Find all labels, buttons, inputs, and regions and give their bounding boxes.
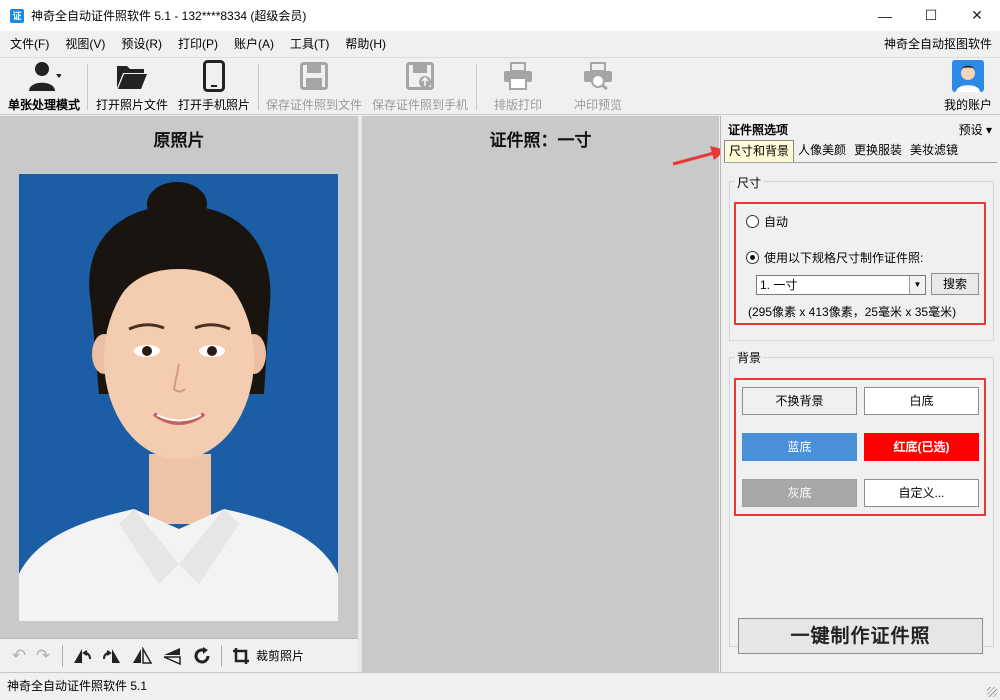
minimize-button[interactable]: — (862, 0, 908, 31)
print-preview-button[interactable]: 冲印预览 (564, 58, 632, 116)
menu-file[interactable]: 文件(F) (0, 31, 57, 57)
app-icon: 证 (10, 8, 24, 23)
size-group-label: 尺寸 (735, 174, 764, 191)
custom-background-button[interactable]: 自定义... (864, 479, 979, 507)
options-tabs: 尺寸和背景 人像美颜 更换服装 美妆滤镜 (724, 140, 962, 162)
radio-spec-size[interactable]: 使用以下规格尺寸制作证件照: (746, 249, 923, 266)
layout-print-label: 排版打印 (493, 98, 542, 112)
save-to-phone-label: 保存证件照到手机 (371, 98, 468, 112)
toolbar: 单张处理模式 打开照片文件 打开手机照片 保存证件照到文件 保存证件照到手机 排… (0, 57, 1000, 115)
preset-dropdown[interactable]: 预设 ▾ (959, 121, 992, 138)
account-avatar-icon (952, 58, 984, 94)
folder-icon (116, 58, 148, 94)
maximize-button[interactable]: ☐ (908, 0, 954, 31)
tab-change-clothes[interactable]: 更换服装 (850, 140, 906, 162)
keep-background-button[interactable]: 不换背景 (742, 387, 857, 415)
menu-help[interactable]: 帮助(H) (337, 31, 394, 57)
crop-photo-button[interactable]: 裁剪照片 (256, 647, 304, 664)
size-info: (295像素 x 413像素，25毫米 x 35毫米) (748, 305, 957, 319)
cutout-software-link[interactable]: 神奇全自动抠图软件 (884, 31, 992, 57)
tab-size-background[interactable]: 尺寸和背景 (724, 140, 795, 162)
tab-makeup-filter[interactable]: 美妆滤镜 (906, 140, 962, 162)
id-photo-title: 证件照：一寸 (489, 131, 592, 151)
open-photo-button[interactable]: 打开照片文件 (94, 58, 170, 116)
open-phone-button[interactable]: 打开手机照片 (176, 58, 252, 116)
white-background-button[interactable]: 白底 (864, 387, 979, 415)
search-button[interactable]: 搜索 (931, 273, 979, 295)
window-title: 神奇全自动证件照软件 5.1 - 132****8334 (超级会员) (31, 9, 307, 23)
size-select[interactable]: 1. 一寸 ▼ (756, 275, 926, 295)
menu-tools[interactable]: 工具(T) (282, 31, 337, 57)
flip-vertical-icon[interactable] (161, 645, 183, 667)
printer-icon (503, 58, 533, 94)
menu-preset[interactable]: 预设(R) (113, 31, 170, 57)
gray-background-button[interactable]: 灰底 (742, 479, 857, 507)
my-account-label: 我的账户 (943, 98, 992, 112)
single-mode-button[interactable]: 单张处理模式 (6, 58, 82, 116)
status-text: 神奇全自动证件照软件 5.1 (7, 679, 148, 693)
single-mode-label: 单张处理模式 (7, 98, 80, 112)
red-background-button[interactable]: 红底(已选) (864, 433, 979, 461)
window-controls: — ☐ ✕ (862, 0, 1000, 31)
photo-toolbar-separator (221, 644, 222, 667)
open-photo-label: 打开照片文件 (95, 98, 168, 112)
save-to-phone-icon (406, 58, 434, 94)
menu-print[interactable]: 打印(P) (170, 31, 226, 57)
save-icon (300, 58, 328, 94)
layout-print-button[interactable]: 排版打印 (484, 58, 552, 116)
my-account-button[interactable]: 我的账户 (940, 58, 996, 116)
open-phone-label: 打开手机照片 (177, 98, 250, 112)
chevron-down-icon[interactable]: ▼ (909, 276, 925, 294)
menu-account[interactable]: 账户(A) (226, 31, 282, 57)
print-preview-label: 冲印预览 (573, 98, 622, 112)
original-photo-panel: 原照片 ↶ ↷ 裁剪照片 (0, 116, 358, 672)
user-icon (27, 58, 61, 94)
redo-icon[interactable]: ↷ (32, 645, 54, 667)
size-settings: 自动 使用以下规格尺寸制作证件照: 1. 一寸 ▼ 搜索 (295像素 x 41… (734, 202, 986, 325)
title-bar: 证 神奇全自动证件照软件 5.1 - 132****8334 (超级会员) — … (0, 0, 1000, 31)
save-to-phone-button[interactable]: 保存证件照到手机 (369, 58, 471, 116)
tabs-divider (724, 162, 997, 163)
radio-auto-indicator (746, 215, 759, 228)
blue-background-button[interactable]: 蓝底 (742, 433, 857, 461)
status-bar: 神奇全自动证件照软件 5.1 (0, 672, 1000, 700)
undo-icon[interactable]: ↶ (8, 645, 30, 667)
print-preview-icon (583, 58, 613, 94)
options-header: 证件照选项 (728, 123, 789, 137)
rotate-right-icon[interactable] (101, 645, 123, 667)
save-to-file-label: 保存证件照到文件 (265, 98, 362, 112)
photo-toolbar: ↶ ↷ 裁剪照片 (0, 638, 358, 672)
phone-icon (203, 58, 225, 94)
original-photo-title: 原照片 (153, 131, 205, 151)
background-group-label: 背景 (735, 349, 764, 366)
size-select-value: 1. 一寸 (760, 278, 798, 292)
toolbar-separator (87, 64, 88, 110)
original-photo (19, 174, 338, 621)
rotate-left-icon[interactable] (71, 645, 93, 667)
radio-spec-indicator (746, 251, 759, 264)
radio-auto[interactable]: 自动 (746, 213, 788, 230)
id-photo-panel: 证件照：一寸 (362, 116, 719, 672)
crop-icon[interactable] (230, 645, 252, 667)
toolbar-separator (258, 64, 259, 110)
make-id-photo-button[interactable]: 一键制作证件照 (738, 618, 983, 654)
save-to-file-button[interactable]: 保存证件照到文件 (263, 58, 365, 116)
menu-bar: 文件(F) 视图(V) 预设(R) 打印(P) 账户(A) 工具(T) 帮助(H… (0, 31, 1000, 57)
tab-portrait-beauty[interactable]: 人像美颜 (794, 140, 850, 162)
options-panel: 证件照选项 预设 ▾ 尺寸和背景 人像美颜 更换服装 美妆滤镜 尺寸 自动 使用… (720, 116, 1000, 672)
background-options: 不换背景 白底 蓝底 红底(已选) 灰底 自定义... (734, 378, 986, 516)
close-button[interactable]: ✕ (954, 0, 1000, 31)
reset-icon[interactable] (191, 645, 213, 667)
toolbar-separator (476, 64, 477, 110)
photo-toolbar-separator (62, 644, 63, 667)
flip-horizontal-icon[interactable] (131, 645, 153, 667)
menu-view[interactable]: 视图(V) (57, 31, 113, 57)
radio-spec-label: 使用以下规格尺寸制作证件照: (764, 251, 924, 265)
radio-auto-label: 自动 (764, 215, 789, 229)
resize-grip-icon[interactable] (987, 687, 997, 697)
